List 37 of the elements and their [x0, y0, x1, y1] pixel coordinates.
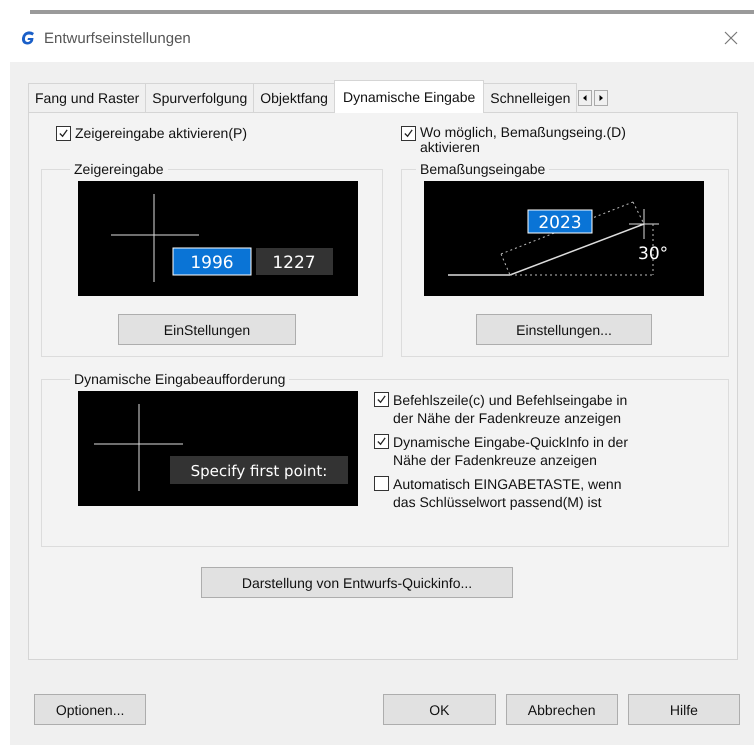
- length-value: 2023: [538, 213, 582, 233]
- scroll-right-icon[interactable]: [594, 90, 608, 106]
- checkmark-icon: [376, 394, 387, 405]
- checkmark-icon: [58, 128, 69, 139]
- checkmark-icon: [376, 436, 387, 447]
- scroll-left-icon[interactable]: [578, 90, 592, 106]
- settings-button[interactable]: Einstellungen...: [476, 314, 652, 345]
- group-title: Dynamische Eingabeaufforderung: [73, 371, 286, 387]
- app-logo-icon: [20, 30, 36, 46]
- group-title: Zeigereingabe: [73, 161, 165, 177]
- dialog-button[interactable]: Hilfe: [628, 694, 740, 725]
- x-value: 1996: [190, 253, 234, 273]
- window-title: Entwurfseinstellungen: [44, 30, 192, 46]
- checkbox[interactable]: [56, 126, 71, 141]
- checkbox-label: Dynamische Eingabe-QuickInfo in der Nähe der Fadenkreuze anzeigen: [393, 433, 630, 469]
- tab[interactable]: Schnelleigen: [483, 83, 578, 112]
- checkbox[interactable]: [374, 392, 389, 407]
- y-value: 1227: [272, 253, 316, 273]
- tab[interactable]: Fang und Raster: [28, 83, 146, 112]
- checkbox-label: Wo möglich, Bemaßungseing.(D) aktivieren: [420, 125, 627, 155]
- checkbox[interactable]: [401, 126, 416, 141]
- checkbox[interactable]: [374, 476, 389, 491]
- dialog-button[interactable]: Optionen...: [34, 694, 146, 725]
- angle-value: 30°: [638, 244, 668, 264]
- checkbox[interactable]: [374, 434, 389, 449]
- checkbox-label: Automatisch EINGABETASTE, wenn das Schlüsselwort passend(M) ist: [393, 475, 622, 511]
- checkbox-label: Zeigereingabe aktivieren(P): [75, 125, 247, 141]
- appearance-button[interactable]: Darstellung von Entwurfs-Quickinfo...: [201, 567, 513, 598]
- close-icon[interactable]: [724, 31, 738, 45]
- checkmark-icon: [403, 128, 414, 139]
- group-title: Bemaßungseingabe: [419, 161, 546, 177]
- checkbox-label: Befehlszeile(c) und Befehlseingabe in der Nähe der Fadenkreuze anzeigen: [393, 391, 628, 427]
- dialog-button[interactable]: Abbrechen: [506, 694, 618, 725]
- prompt-text: Specify first point:: [190, 462, 328, 480]
- dialog-button[interactable]: OK: [383, 694, 496, 725]
- tab[interactable]: Dynamische Eingabe: [334, 80, 484, 113]
- settings-button[interactable]: EinStellungen: [118, 314, 296, 345]
